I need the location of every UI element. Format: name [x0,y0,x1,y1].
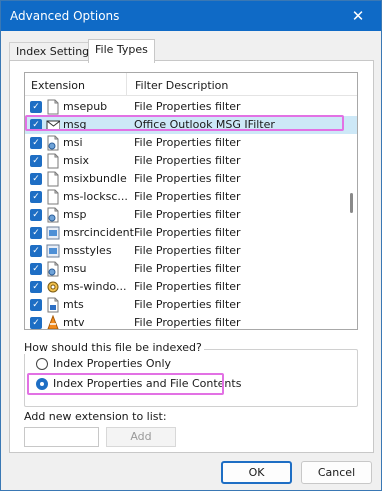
cancel-button[interactable]: Cancel [301,461,372,484]
description-cell: File Properties filter [134,136,241,149]
radio-indicator [36,377,48,390]
extension-cell: mtv [63,316,85,329]
radio-label: Index Properties Only [53,357,172,370]
close-icon[interactable]: ✕ [335,1,381,31]
list-item[interactable]: ✓ msepub File Properties filter [25,98,357,116]
installer-icon [47,135,59,151]
description-cell: File Properties filter [134,262,241,275]
checkbox-checked-icon[interactable]: ✓ [30,119,42,131]
description-cell: File Properties filter [134,172,241,185]
description-cell: File Properties filter [134,316,241,329]
installer-icon [47,261,59,277]
list-item[interactable]: ✓ msp File Properties filter [25,206,357,224]
list-item[interactable]: ✓ ms-locksc... File Properties filter [25,188,357,206]
extension-cell: ms-locksc... [63,190,128,203]
checkbox-checked-icon[interactable]: ✓ [30,137,42,149]
list-item[interactable]: ✓ ms-windo... File Properties filter [25,278,357,296]
checkbox-checked-icon[interactable]: ✓ [30,155,42,167]
checkbox-checked-icon[interactable]: ✓ [30,227,42,239]
extension-cell: msixbundle [63,172,127,185]
blank-doc-icon [47,189,59,205]
extension-list[interactable]: Extension Filter Description ✓ msepub File… [24,72,358,330]
description-cell: File Properties filter [134,100,241,113]
description-cell: File Properties filter [134,154,241,167]
checkbox-checked-icon[interactable]: ✓ [30,173,42,185]
extension-cell: ms-windo... [63,280,127,293]
file-types-page: Extension Filter Description ✓ msepub File… [9,60,374,453]
tab-file-types[interactable]: File Types [88,39,155,63]
title-bar: Advanced Options ✕ [1,1,381,31]
add-extension-input[interactable] [24,427,99,447]
extension-cell: msi [63,136,83,149]
extension-cell: msstyles [63,244,112,257]
extension-cell: msrcincident [63,226,134,239]
description-cell: File Properties filter [134,298,241,311]
checkbox-checked-icon[interactable]: ✓ [30,317,42,329]
extension-cell: msix [63,154,90,167]
blank-doc-icon [47,171,59,187]
checkbox-checked-icon[interactable]: ✓ [30,101,42,113]
list-item[interactable]: ✓ msu File Properties filter [25,260,357,278]
description-cell: File Properties filter [134,226,241,239]
description-cell: File Properties filter [134,280,241,293]
installer-icon [47,207,59,223]
list-item[interactable]: ✓ msi File Properties filter [25,134,357,152]
list-item[interactable]: ✓ msstyles File Properties filter [25,242,357,260]
blank-doc-icon [47,153,59,169]
description-cell: File Properties filter [134,190,241,203]
list-item[interactable]: ✓ msg Office Outlook MSG IFilter [25,116,357,134]
add-extension-label: Add new extension to list: [24,410,167,423]
add-button[interactable]: Add [106,427,176,447]
list-item[interactable]: ✓ msix File Properties filter [25,152,357,170]
column-divider[interactable] [126,73,127,96]
envelope-icon [46,120,60,131]
vlc-cone-icon [47,315,59,329]
extension-cell: msp [63,208,87,221]
checkbox-checked-icon[interactable]: ✓ [30,299,42,311]
radio-index-properties-and-contents[interactable]: Index Properties and File Contents [36,377,241,390]
checkbox-checked-icon[interactable]: ✓ [30,245,42,257]
extension-cell: msu [63,262,87,275]
description-cell: Office Outlook MSG IFilter [134,118,275,131]
list-rows: ✓ msepub File Properties filter ✓ msg Office … [25,98,357,329]
gear-icon [47,281,59,293]
checkbox-checked-icon[interactable]: ✓ [30,263,42,275]
advanced-options-dialog: Advanced Options ✕ Index Settings File T… [0,0,382,491]
list-item[interactable]: ✓ msrcincident File Properties filter [25,224,357,242]
radio-indicator [36,357,48,370]
extension-cell: msepub [63,100,108,113]
app-icon [46,226,60,240]
checkbox-checked-icon[interactable]: ✓ [30,209,42,221]
radio-index-properties-only[interactable]: Index Properties Only [36,357,171,370]
window-title: Advanced Options [10,9,120,23]
extension-cell: mts [63,298,84,311]
list-header: Extension Filter Description [25,73,357,96]
app-icon [46,244,60,258]
scrollbar-thumb[interactable] [350,193,353,213]
column-header-description[interactable]: Filter Description [135,79,228,92]
list-item[interactable]: ✓ mts File Properties filter [25,296,357,314]
ok-button[interactable]: OK [221,461,292,484]
list-item[interactable]: ✓ mtv File Properties filter [25,314,357,329]
radio-label: Index Properties and File Contents [53,377,242,390]
description-cell: File Properties filter [134,208,241,221]
checkbox-checked-icon[interactable]: ✓ [30,191,42,203]
extension-cell: msg [63,118,87,131]
index-method-group-title: How should this file be indexed? [22,341,204,354]
blank-doc-icon [47,99,59,115]
video-icon [47,297,59,313]
checkbox-checked-icon[interactable]: ✓ [30,281,42,293]
description-cell: File Properties filter [134,244,241,257]
list-item[interactable]: ✓ msixbundle File Properties filter [25,170,357,188]
column-header-extension[interactable]: Extension [31,79,85,92]
